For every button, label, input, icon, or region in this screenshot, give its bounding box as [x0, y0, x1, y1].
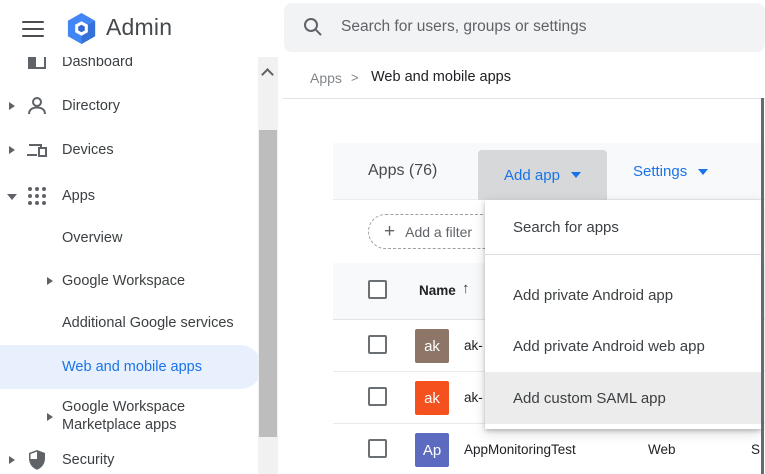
hamburger-menu-icon[interactable] — [22, 21, 44, 37]
menu-item-add-private-android-web-app[interactable]: Add private Android web app — [485, 321, 761, 372]
page-scrollbar[interactable] — [761, 98, 764, 474]
shield-icon — [26, 449, 48, 471]
chevron-right-icon — [47, 277, 53, 285]
plus-icon: + — [384, 222, 395, 241]
row-checkbox[interactable] — [368, 387, 387, 406]
sidebar-item-directory[interactable]: Directory — [0, 86, 256, 126]
sidebar-item-google-workspace[interactable]: Google Workspace — [0, 261, 256, 301]
sidebar-item-overview[interactable]: Overview — [0, 218, 256, 258]
sidebar-item-additional-google-services[interactable]: Additional Google services — [0, 303, 256, 343]
add-app-button[interactable]: Add app — [478, 150, 607, 200]
select-all-checkbox[interactable] — [368, 280, 387, 299]
breadcrumb-apps-link[interactable]: Apps — [310, 70, 342, 86]
sidebar-item-dashboard[interactable]: Dashboard — [0, 57, 256, 82]
dropdown-arrow-icon — [571, 172, 581, 178]
apps-toolbar: Apps (76) Add app Settings — [333, 143, 765, 200]
sidebar-item-security[interactable]: Security — [0, 440, 256, 474]
sidebar-item-devices[interactable]: Devices — [0, 130, 256, 170]
sidebar-scrollbar-thumb[interactable] — [259, 130, 277, 437]
person-icon — [26, 95, 48, 117]
app-platform: Web — [648, 442, 676, 457]
menu-item-search-for-apps[interactable]: Search for apps — [485, 200, 761, 254]
sort-ascending-icon[interactable]: ↑ — [462, 280, 470, 297]
search-placeholder: Search for users, groups or settings — [341, 18, 587, 36]
app-avatar: ak — [415, 381, 449, 415]
app-extra-clipped-text: S — [751, 442, 760, 457]
chevron-right-icon — [9, 102, 15, 110]
chevron-down-icon — [7, 194, 17, 200]
app-name: ak- — [464, 338, 483, 353]
menu-item-add-custom-saml-app[interactable]: Add custom SAML app — [485, 372, 761, 424]
breadcrumb-separator: > — [351, 70, 359, 85]
sidebar-item-marketplace-apps[interactable]: Google Workspace Marketplace apps — [0, 395, 256, 439]
menu-divider — [485, 254, 761, 255]
row-checkbox[interactable] — [368, 335, 387, 354]
top-bar: Admin Search for users, groups or settin… — [0, 0, 765, 57]
sidebar-item-web-and-mobile-apps[interactable]: Web and mobile apps — [0, 345, 262, 389]
name-column-header[interactable]: Name — [419, 283, 456, 298]
search-input[interactable]: Search for users, groups or settings — [284, 3, 765, 52]
breadcrumb: Apps > Web and mobile apps — [283, 57, 765, 99]
admin-console: Admin Search for users, groups or settin… — [0, 0, 765, 474]
sidebar-nav: Dashboard Directory Devices — [0, 57, 283, 474]
app-name: AppMonitoringTest — [464, 442, 576, 457]
app-avatar: Ap — [415, 433, 449, 467]
table-row[interactable]: Ap AppMonitoringTest Web S — [333, 424, 765, 474]
dropdown-arrow-icon — [698, 169, 708, 175]
search-icon — [303, 17, 323, 37]
breadcrumb-current: Web and mobile apps — [371, 69, 511, 85]
add-app-dropdown-menu: Search for apps Add private Android app … — [485, 200, 761, 429]
sidebar-item-apps[interactable]: Apps — [0, 176, 256, 216]
chevron-right-icon — [47, 413, 53, 421]
menu-item-add-private-android-app[interactable]: Add private Android app — [485, 269, 761, 321]
product-title: Admin — [106, 14, 172, 41]
row-checkbox[interactable] — [368, 439, 387, 458]
page-title: Apps (76) — [368, 162, 437, 180]
settings-button[interactable]: Settings — [633, 143, 708, 200]
apps-grid-icon — [26, 185, 48, 207]
dashboard-icon — [26, 57, 48, 73]
app-avatar: ak — [415, 329, 449, 363]
google-admin-logo-icon — [64, 11, 99, 46]
app-name: ak- — [464, 390, 483, 405]
devices-icon — [26, 139, 48, 161]
chevron-right-icon — [9, 456, 15, 464]
chevron-right-icon — [9, 146, 15, 154]
